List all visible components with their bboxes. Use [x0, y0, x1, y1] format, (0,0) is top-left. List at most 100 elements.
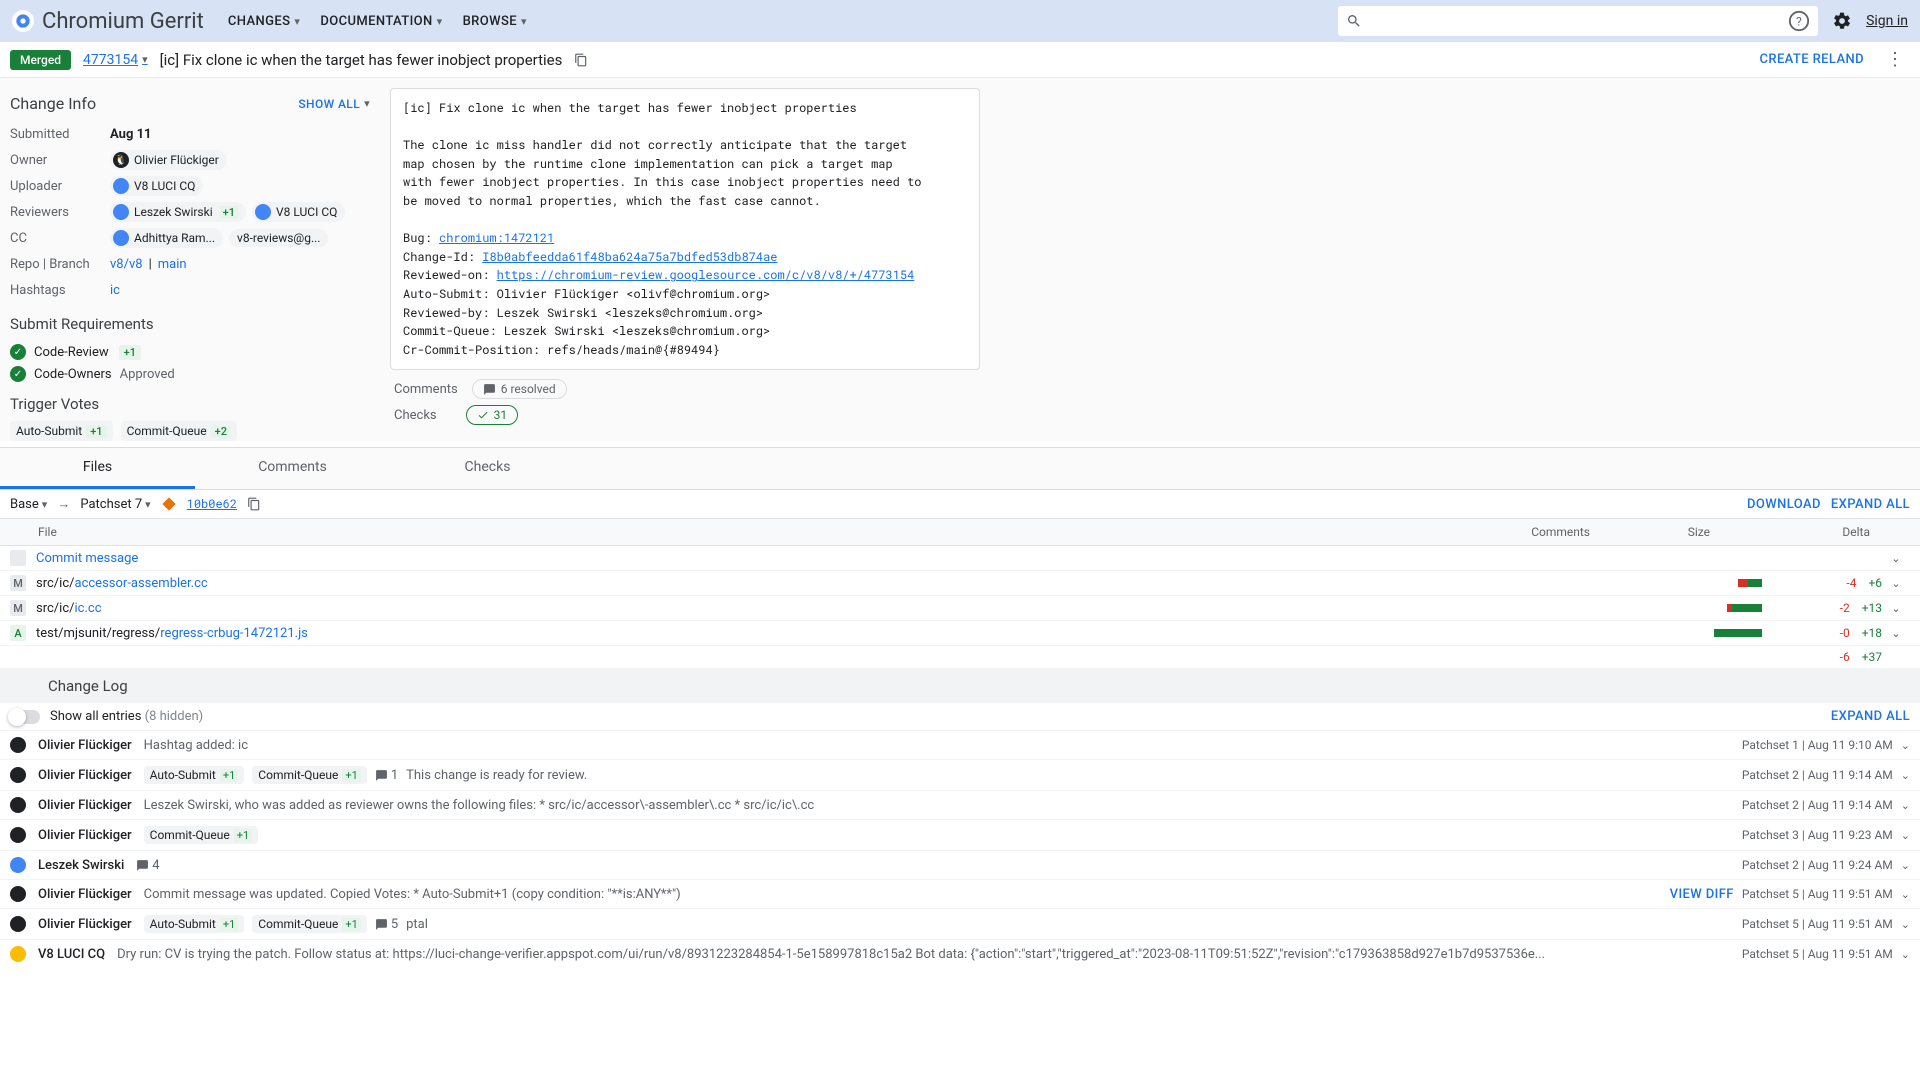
log-row[interactable]: V8 LUCI CQ Dry run: CV is trying the pat… — [0, 939, 1920, 968]
file-path[interactable]: test/mjsunit/regress/regress-crbug-14721… — [36, 626, 1692, 641]
create-reland-button[interactable]: CREATE RELAND — [1759, 52, 1864, 67]
file-row[interactable]: M src/ic/ic.cc -2+13 ⌄ — [0, 596, 1920, 621]
avatar-icon: 🐧 — [113, 152, 129, 168]
log-author: Olivier Flückiger — [38, 768, 132, 783]
main-area: Change Info SHOW ALL▾ Submitted Aug 11 O… — [0, 78, 1920, 441]
file-path[interactable]: Commit message — [36, 551, 1692, 566]
cc-chip[interactable]: v8-reviews@g... — [229, 229, 328, 247]
sign-in-link[interactable]: Sign in — [1866, 13, 1908, 29]
chevron-down-icon[interactable]: ⌄ — [1901, 859, 1910, 872]
nav-documentation[interactable]: DOCUMENTATION▾ — [320, 14, 442, 29]
uploader-label: Uploader — [10, 179, 110, 194]
vote-badge: +1 — [119, 345, 141, 360]
log-meta: Patchset 5 | Aug 11 9:51 AM ⌄ — [1742, 947, 1910, 961]
chevron-down-icon[interactable]: ⌄ — [1901, 918, 1910, 931]
change-titlebar: Merged 4773154▾ [ic] Fix clone ic when t… — [0, 42, 1920, 78]
expand-row-button[interactable]: ⌄ — [1882, 576, 1910, 591]
log-meta: Patchset 1 | Aug 11 9:10 AM ⌄ — [1742, 738, 1910, 752]
checks-pill[interactable]: 31 — [466, 405, 519, 425]
change-number-link[interactable]: 4773154▾ — [83, 52, 148, 68]
log-row[interactable]: Leszek Swirski 4 Patchset 2 | Aug 11 9:2… — [0, 850, 1920, 879]
log-author: Olivier Flückiger — [38, 887, 132, 902]
chevron-down-icon: ▾ — [521, 15, 527, 28]
chevron-down-icon: ▾ — [294, 15, 300, 28]
diff-icon — [161, 496, 177, 512]
view-diff-button[interactable]: VIEW DIFF — [1670, 887, 1734, 902]
file-row[interactable]: M src/ic/accessor-assembler.cc -4+6 ⌄ — [0, 571, 1920, 596]
vote-chip: Auto-Submit+1 — [144, 766, 245, 784]
chevron-down-icon[interactable]: ⌄ — [1901, 948, 1910, 961]
commit-sha-link[interactable]: 10b0e62 — [187, 496, 237, 512]
comments-resolved-pill[interactable]: 6 resolved — [472, 379, 567, 399]
log-row[interactable]: Olivier Flückiger Hashtag added: ic Patc… — [0, 730, 1920, 759]
show-all-entries-toggle[interactable] — [10, 710, 40, 724]
nav-changes[interactable]: CHANGES▾ — [228, 14, 300, 29]
nav-browse[interactable]: BROWSE▾ — [463, 14, 527, 29]
gear-icon[interactable] — [1832, 11, 1852, 31]
tab-files[interactable]: Files — [0, 448, 195, 489]
chevron-down-icon: ▾ — [364, 97, 370, 110]
bug-link[interactable]: chromium:1472121 — [439, 230, 554, 246]
branch-link[interactable]: main — [158, 257, 187, 272]
help-icon[interactable]: ? — [1788, 10, 1810, 32]
log-body: Dry run: CV is trying the patch. Follow … — [117, 947, 1730, 962]
log-row[interactable]: Olivier Flückiger Auto-Submit+1 Commit-Q… — [0, 908, 1920, 939]
avatar-icon — [10, 916, 26, 932]
repo-link[interactable]: v8/v8 — [110, 257, 143, 272]
submitted-value: Aug 11 — [110, 127, 152, 142]
chevron-down-icon[interactable]: ⌄ — [1901, 888, 1910, 901]
chevron-down-icon[interactable]: ⌄ — [1901, 799, 1910, 812]
tab-comments[interactable]: Comments — [195, 448, 390, 489]
topbar: Chromium Gerrit CHANGES▾ DOCUMENTATION▾ … — [0, 0, 1920, 42]
brand[interactable]: Chromium Gerrit — [12, 9, 204, 34]
hashtag-link[interactable]: ic — [110, 283, 120, 298]
log-row[interactable]: Olivier Flückiger Commit-Queue+1 Patchse… — [0, 819, 1920, 850]
change-title: [ic] Fix clone ic when the target has fe… — [160, 51, 563, 69]
show-all-button[interactable]: SHOW ALL▾ — [298, 97, 370, 111]
files-toolbar: Base▾ → Patchset 7▾ 10b0e62 DOWNLOAD EXP… — [0, 490, 1920, 518]
reviewer-chip[interactable]: Leszek Swirski+1 — [110, 202, 246, 222]
chevron-down-icon[interactable]: ⌄ — [1901, 769, 1910, 782]
trigger-vote-chip[interactable]: Auto-Submit+1 — [10, 421, 113, 441]
chevron-down-icon[interactable]: ⌄ — [1901, 829, 1910, 842]
search-box[interactable]: ? — [1338, 6, 1818, 36]
base-selector[interactable]: Base▾ — [10, 497, 47, 512]
trigger-vote-chip[interactable]: Commit-Queue+2 — [121, 421, 237, 441]
log-row[interactable]: Olivier Flückiger Leszek Swirski, who wa… — [0, 790, 1920, 819]
reviewer-chip[interactable]: V8 LUCI CQ — [252, 202, 345, 222]
diff-size-bar — [1692, 629, 1772, 637]
change-id-link[interactable]: I8b0abfeedda61f48ba624a75a7bdfed53db874a… — [482, 249, 777, 265]
expand-row-button[interactable]: ⌄ — [1882, 551, 1910, 566]
expand-row-button[interactable]: ⌄ — [1882, 626, 1910, 641]
chevron-down-icon[interactable]: ⌄ — [1901, 739, 1910, 752]
file-path[interactable]: src/ic/ic.cc — [36, 601, 1692, 616]
file-path[interactable]: src/ic/accessor-assembler.cc — [36, 576, 1692, 591]
comment-count: 4 — [136, 858, 159, 873]
cc-label: CC — [10, 231, 110, 246]
chevron-down-icon: ▾ — [437, 15, 443, 28]
uploader-chip[interactable]: V8 LUCI CQ — [110, 176, 203, 196]
owner-chip[interactable]: 🐧Olivier Flückiger — [110, 150, 227, 170]
log-row[interactable]: Olivier Flückiger Auto-Submit+1 Commit-Q… — [0, 759, 1920, 790]
expand-row-button[interactable]: ⌄ — [1882, 601, 1910, 616]
avatar-icon — [10, 767, 26, 783]
tab-checks[interactable]: Checks — [390, 448, 585, 489]
copy-icon[interactable] — [574, 53, 588, 67]
trigger-votes-heading: Trigger Votes — [10, 395, 99, 413]
file-row[interactable]: Commit message ⌄ — [0, 546, 1920, 571]
search-input[interactable] — [1370, 12, 1780, 30]
log-row[interactable]: Olivier Flückiger Commit message was upd… — [0, 879, 1920, 908]
expand-all-button[interactable]: EXPAND ALL — [1831, 497, 1910, 512]
patchset-selector[interactable]: Patchset 7▾ — [80, 497, 150, 512]
more-actions-button[interactable]: ⋮ — [1880, 49, 1910, 70]
avatar-icon — [113, 204, 129, 220]
changelog-toolbar: Show all entries (8 hidden) EXPAND ALL — [0, 703, 1920, 730]
copy-icon[interactable] — [247, 497, 261, 511]
log-expand-all-button[interactable]: EXPAND ALL — [1831, 709, 1910, 724]
download-button[interactable]: DOWNLOAD — [1747, 497, 1821, 512]
file-row[interactable]: A test/mjsunit/regress/regress-crbug-147… — [0, 621, 1920, 646]
reviewed-on-link[interactable]: https://chromium-review.googlesource.com… — [497, 267, 915, 283]
reviewers-label: Reviewers — [10, 205, 110, 220]
cc-chip[interactable]: Adhittya Ram... — [110, 228, 223, 248]
avatar-icon — [10, 827, 26, 843]
